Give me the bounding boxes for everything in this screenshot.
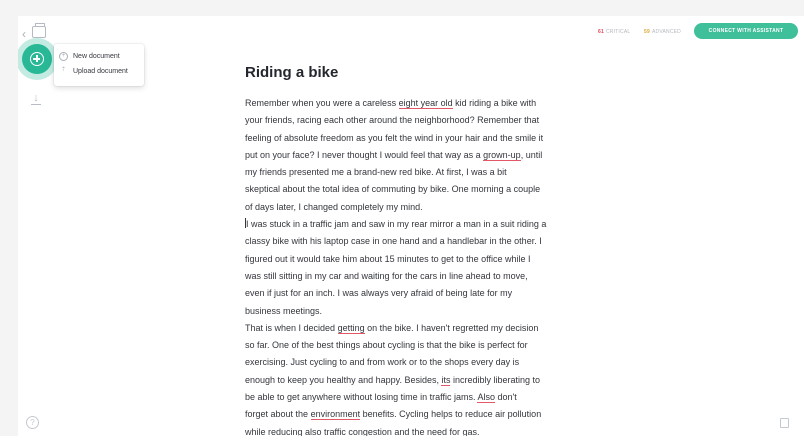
add-menu: + New document ⇡ Upload document [54, 44, 144, 86]
text-line[interactable]: figured out it would take him about 15 m… [245, 251, 585, 268]
text-line[interactable]: That is when I decided getting on the bi… [245, 320, 585, 337]
flagged-word[interactable]: eight year old [398, 98, 453, 109]
editor-window: ‹ ↓ + New document ⇡ Upload document 61 C… [18, 16, 804, 436]
text-line[interactable]: business meetings. [245, 303, 585, 320]
text-line[interactable]: enough to keep you healthy and happy. Be… [245, 372, 585, 389]
text-segment: on the bike. I haven't regretted my deci… [364, 322, 539, 333]
text-line[interactable]: classy bike with his laptop case in one … [245, 233, 585, 250]
text-line[interactable]: of days later, I changed completely my m… [245, 199, 585, 216]
text-line[interactable]: Remember when you were a careless eight … [245, 95, 585, 112]
text-segment: incredibly liberating to [450, 374, 541, 385]
text-segment: exercising. Just cycling to and from wor… [245, 357, 520, 368]
text-segment: forget about the [245, 409, 311, 420]
documents-icon[interactable] [32, 23, 46, 38]
text-segment: your friends, racing each other around t… [245, 115, 540, 126]
text-line[interactable]: was still sitting in my car and waiting … [245, 268, 585, 285]
text-segment: put on your face? I never thought I woul… [245, 149, 484, 160]
upload-icon: ⇡ [60, 67, 67, 73]
help-icon[interactable]: ? [26, 416, 39, 429]
flagged-word[interactable]: Also [477, 392, 495, 404]
text-segment: so far. One of the best things about cyc… [245, 340, 528, 351]
text-segment: feeling of absolute freedom as you felt … [245, 132, 544, 143]
text-segment: be able to get anywhere without losing t… [245, 392, 478, 403]
text-segment: even if just for an inch. I was always v… [245, 288, 513, 299]
text-line[interactable]: my friends presented me a brand-new red … [245, 164, 585, 181]
text-segment: That is when I decided [245, 322, 338, 333]
text-line[interactable]: put on your face? I never thought I woul… [245, 147, 585, 164]
menu-item-new-document[interactable]: + New document [59, 49, 144, 64]
connect-assistant-button[interactable]: CONNECT WITH ASSISTANT [694, 23, 798, 39]
text-line[interactable]: skeptical about the total idea of commut… [245, 181, 585, 198]
plus-circle-icon: + [59, 52, 68, 61]
critical-counter[interactable]: 61 CRITICAL [598, 29, 630, 35]
text-line[interactable]: your friends, racing each other around t… [245, 112, 585, 129]
plus-circle-icon [30, 52, 44, 66]
critical-label: CRITICAL [605, 29, 631, 35]
text-segment: I was stuck in a traffic jam and saw in … [246, 219, 547, 230]
document-title[interactable]: Riding a bike [245, 62, 585, 84]
flagged-word[interactable]: environment [310, 409, 361, 421]
text-line[interactable]: feeling of absolute freedom as you felt … [245, 130, 585, 147]
text-segment: was still sitting in my car and waiting … [245, 270, 528, 281]
menu-item-label: New document [73, 53, 120, 60]
advanced-count: 59 [644, 29, 650, 35]
text-line[interactable]: exercising. Just cycling to and from wor… [245, 354, 585, 371]
text-segment: don't [494, 392, 517, 403]
text-line[interactable]: even if just for an inch. I was always v… [245, 285, 585, 302]
document-stats-icon[interactable] [780, 418, 789, 428]
text-line[interactable]: I was stuck in a traffic jam and saw in … [245, 216, 585, 233]
download-icon[interactable]: ↓ [30, 92, 42, 105]
text-segment: kid riding a bike with [452, 98, 537, 108]
text-line[interactable]: be able to get anywhere without losing t… [245, 389, 585, 406]
text-segment: my friends presented me a brand-new red … [245, 167, 507, 178]
document-body[interactable]: Riding a bike Remember when you were a c… [245, 62, 585, 436]
add-button[interactable] [22, 44, 52, 74]
document-text[interactable]: Remember when you were a careless eight … [245, 95, 585, 436]
flagged-word[interactable]: getting [337, 322, 365, 334]
flagged-word[interactable]: grown-up [483, 149, 521, 161]
critical-count: 61 [598, 29, 604, 35]
text-segment: benefits. Cycling helps to reduce air po… [360, 409, 542, 420]
text-segment: skeptical about the total idea of commut… [245, 184, 541, 195]
text-segment: business meetings. [245, 305, 323, 316]
text-segment: classy bike with his laptop case in one … [245, 236, 542, 247]
text-line[interactable]: so far. One of the best things about cyc… [245, 337, 585, 354]
text-segment: while reducing also traffic congestion a… [245, 426, 480, 436]
text-segment: of days later, I changed completely my m… [245, 201, 423, 212]
text-line[interactable]: forget about the environment benefits. C… [245, 406, 585, 423]
text-segment: Remember when you were a careless [245, 98, 399, 108]
text-segment: enough to keep you healthy and happy. Be… [245, 374, 442, 385]
text-segment: , until [520, 149, 543, 160]
advanced-counter[interactable]: 59 ADVANCED [644, 29, 681, 35]
advanced-label: ADVANCED [651, 29, 681, 35]
text-line[interactable]: while reducing also traffic congestion a… [245, 424, 585, 436]
menu-item-upload-document[interactable]: ⇡ Upload document [59, 64, 144, 79]
menu-item-label: Upload document [73, 68, 128, 75]
text-segment: figured out it would take him about 15 m… [245, 253, 531, 264]
